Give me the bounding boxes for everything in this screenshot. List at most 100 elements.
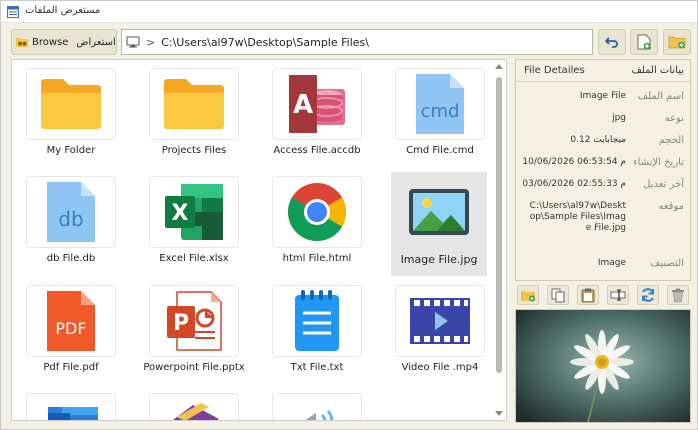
details-header: File Detailes بيانات الملف <box>516 60 690 82</box>
access-icon: A <box>289 75 345 133</box>
scroll-down-arrow-icon[interactable] <box>495 411 503 416</box>
file-tile[interactable]: My Folder <box>26 60 116 160</box>
detail-value: Image File <box>579 91 626 101</box>
file-icon-box: A <box>272 68 362 140</box>
detail-value: C:\Users\al97w\Desktop\Sample Files\Imag… <box>529 201 626 233</box>
path-text: C:\Users\al97w\Desktop\Sample Files\ <box>161 35 369 49</box>
detail-value: 03/06/2026 02:55:33 م <box>522 179 626 189</box>
archive-icon <box>173 403 219 420</box>
file-tile[interactable]: A Access File.accdb <box>272 60 362 160</box>
file-explorer-window: مستعرض الملفات ●● Browse استعراض > C:\Us… <box>0 0 698 430</box>
audio-icon <box>305 410 334 420</box>
image-preview <box>515 309 691 423</box>
cmd-file-icon: cmd <box>416 74 464 134</box>
file-tile[interactable]: cmd Cmd File.cmd <box>395 60 485 160</box>
vertical-scrollbar[interactable] <box>492 59 506 421</box>
detail-label: التصنيف <box>650 258 684 269</box>
back-button[interactable] <box>598 29 626 55</box>
details-title-ar: بيانات الملف <box>631 65 684 76</box>
file-name: Video File .mp4 <box>401 362 479 373</box>
file-tile[interactable]: PDF Pdf File.pdf <box>26 277 116 377</box>
paste-button[interactable] <box>577 285 599 305</box>
rename-button[interactable] <box>607 285 629 305</box>
svg-text:P: P <box>173 311 189 336</box>
browse-button[interactable]: ●● Browse استعراض <box>11 29 117 55</box>
word-icon <box>48 407 98 420</box>
detail-label: نوعه <box>664 113 684 124</box>
db-file-icon: db <box>47 182 95 242</box>
path-bar[interactable]: > C:\Users\al97w\Desktop\Sample Files\ <box>121 29 593 55</box>
file-tile-partial[interactable] <box>149 385 239 420</box>
chrome-icon <box>288 183 346 241</box>
file-tile[interactable]: X Excel File.xlsx <box>149 168 239 268</box>
pdf-icon: PDF <box>47 291 95 351</box>
file-icon-box <box>394 176 484 248</box>
refresh-button[interactable] <box>637 285 659 305</box>
detail-label: الحجم <box>658 135 684 146</box>
new-folder-icon <box>521 290 535 301</box>
file-name: Access File.accdb <box>273 145 361 156</box>
svg-text:PDF: PDF <box>55 319 86 338</box>
excel-icon: X <box>165 184 223 240</box>
paste-icon <box>581 288 595 302</box>
file-tile[interactable]: P Powerpoint File.pptx <box>143 277 245 377</box>
detail-value: Image <box>597 258 626 268</box>
file-name: html File.html <box>282 253 352 264</box>
video-icon <box>410 298 470 344</box>
new-folder-button[interactable] <box>663 29 691 55</box>
file-icon-box <box>395 285 485 357</box>
file-tile[interactable]: Video File .mp4 <box>395 277 485 377</box>
notepad-icon <box>295 290 339 351</box>
file-icon-box: cmd <box>395 68 485 140</box>
detail-label: آخر تعديل <box>643 179 684 190</box>
powerpoint-icon: P <box>167 291 222 351</box>
file-tile[interactable]: Txt File.txt <box>272 277 362 377</box>
detail-value: 10/06/2026 06:53:54 م <box>522 157 626 167</box>
path-separator: > <box>146 35 156 49</box>
file-tile-partial[interactable] <box>26 385 116 420</box>
svg-text:db: db <box>58 207 83 231</box>
file-icon-box <box>272 393 362 420</box>
file-icon-box <box>149 68 239 140</box>
file-icon-box: P <box>149 285 239 357</box>
delete-button[interactable] <box>667 285 689 305</box>
file-name: Cmd File.cmd <box>406 145 474 156</box>
rename-icon <box>610 289 626 301</box>
scroll-thumb[interactable] <box>496 77 502 373</box>
file-name: Pdf File.pdf <box>43 362 99 373</box>
new-file-button[interactable] <box>630 29 658 55</box>
file-name: Projects Files <box>161 145 227 156</box>
browse-button-label-ar: استعراض <box>76 36 116 48</box>
undo-arrow-icon <box>605 37 618 48</box>
file-name: My Folder <box>46 145 96 156</box>
scroll-up-arrow-icon[interactable] <box>495 64 503 69</box>
new-folder-action-button[interactable] <box>517 285 539 305</box>
copy-icon <box>551 288 565 302</box>
title-bar: مستعرض الملفات <box>1 1 697 23</box>
file-name: db File.db <box>46 253 96 264</box>
file-icon-box: db <box>26 176 116 248</box>
file-tile-partial[interactable] <box>272 385 362 420</box>
file-tile[interactable]: Projects Files <box>149 60 239 160</box>
file-name: Image File.jpg <box>400 253 478 266</box>
svg-text:cmd: cmd <box>421 101 460 122</box>
file-name: Powerpoint File.pptx <box>143 362 245 373</box>
svg-text:A: A <box>293 90 313 120</box>
new-folder-icon <box>668 36 686 49</box>
file-icon-box <box>272 176 362 248</box>
file-name: Excel File.xlsx <box>159 253 229 264</box>
file-tile[interactable]: db db File.db <box>26 168 116 268</box>
file-icon-box <box>26 68 116 140</box>
detail-label: موقعه <box>658 201 685 212</box>
detail-value: 0.12 ميجابايت <box>570 135 626 145</box>
action-bar <box>515 285 691 307</box>
file-tile-selected[interactable]: Image File.jpg <box>391 172 487 276</box>
folder-open-icon: ●● <box>16 38 28 47</box>
copy-button[interactable] <box>547 285 569 305</box>
browse-button-label-en: Browse <box>32 36 69 48</box>
app-icon <box>7 6 19 18</box>
file-icon-box <box>272 285 362 357</box>
file-tile[interactable]: html File.html <box>272 168 362 268</box>
trash-icon <box>672 288 684 302</box>
svg-text:●●: ●● <box>18 41 27 47</box>
